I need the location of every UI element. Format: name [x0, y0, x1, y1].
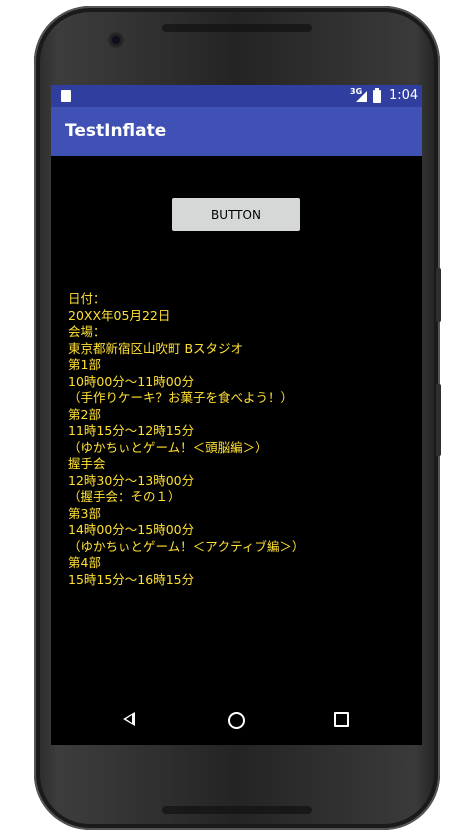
back-icon[interactable] [123, 712, 135, 726]
schedule-line: 15時15分〜16時15分 [68, 571, 195, 587]
schedule-line: 東京都新宿区山吹町 Bスタジオ [68, 340, 244, 356]
schedule-line: 20XX年05月22日 [68, 307, 171, 323]
sd-card-icon [61, 90, 71, 102]
schedule-line: 日付： [68, 291, 106, 306]
schedule-line: （ゆかちぃとゲーム！＜アクティブ編＞） [68, 538, 305, 554]
schedule-line: 第4部 [68, 555, 101, 570]
status-bar: 3G 1:04 [51, 85, 422, 107]
clock: 1:04 [389, 88, 419, 103]
schedule-line: （手作りケーキ？お菓子を食べよう！） [68, 390, 294, 405]
schedule-line: 握手会 [68, 456, 106, 471]
top-speaker [162, 24, 312, 32]
phone-screen: 3G 1:04 TestInflate BUTTON 日付： 20XX年05月2… [51, 85, 422, 745]
app-bar: TestInflate [51, 107, 422, 156]
app-title: TestInflate [65, 121, 167, 141]
schedule-line: 第2部 [68, 406, 101, 422]
power-button [436, 268, 441, 322]
schedule-line: 会場： [68, 324, 106, 339]
schedule-line: （ゆかちぃとゲーム！＜頭脳編＞） [68, 439, 268, 455]
battery-icon [373, 88, 381, 103]
schedule-line: 11時15分〜12時15分 [68, 423, 195, 438]
schedule-line: 第1部 [68, 357, 101, 372]
schedule-line: 14時00分〜15時00分 [68, 522, 195, 537]
schedule-line: 12時30分〜13時00分 [68, 472, 195, 488]
schedule-line: （握手会：その１） [68, 489, 181, 504]
volume-button [436, 384, 441, 456]
schedule-line: 第3部 [68, 505, 101, 521]
navigation-bar [51, 693, 422, 745]
signal-icon [356, 91, 367, 102]
schedule-text: 日付： 20XX年05月22日 会場： 東京都新宿区山吹町 Bスタジオ 第1部 … [68, 291, 304, 588]
main-button[interactable]: BUTTON [172, 198, 300, 231]
recent-apps-icon[interactable] [334, 712, 349, 727]
schedule-line: 10時00分〜11時00分 [68, 373, 195, 389]
front-camera [110, 34, 122, 46]
home-icon[interactable] [228, 712, 245, 729]
bottom-speaker [162, 806, 312, 814]
